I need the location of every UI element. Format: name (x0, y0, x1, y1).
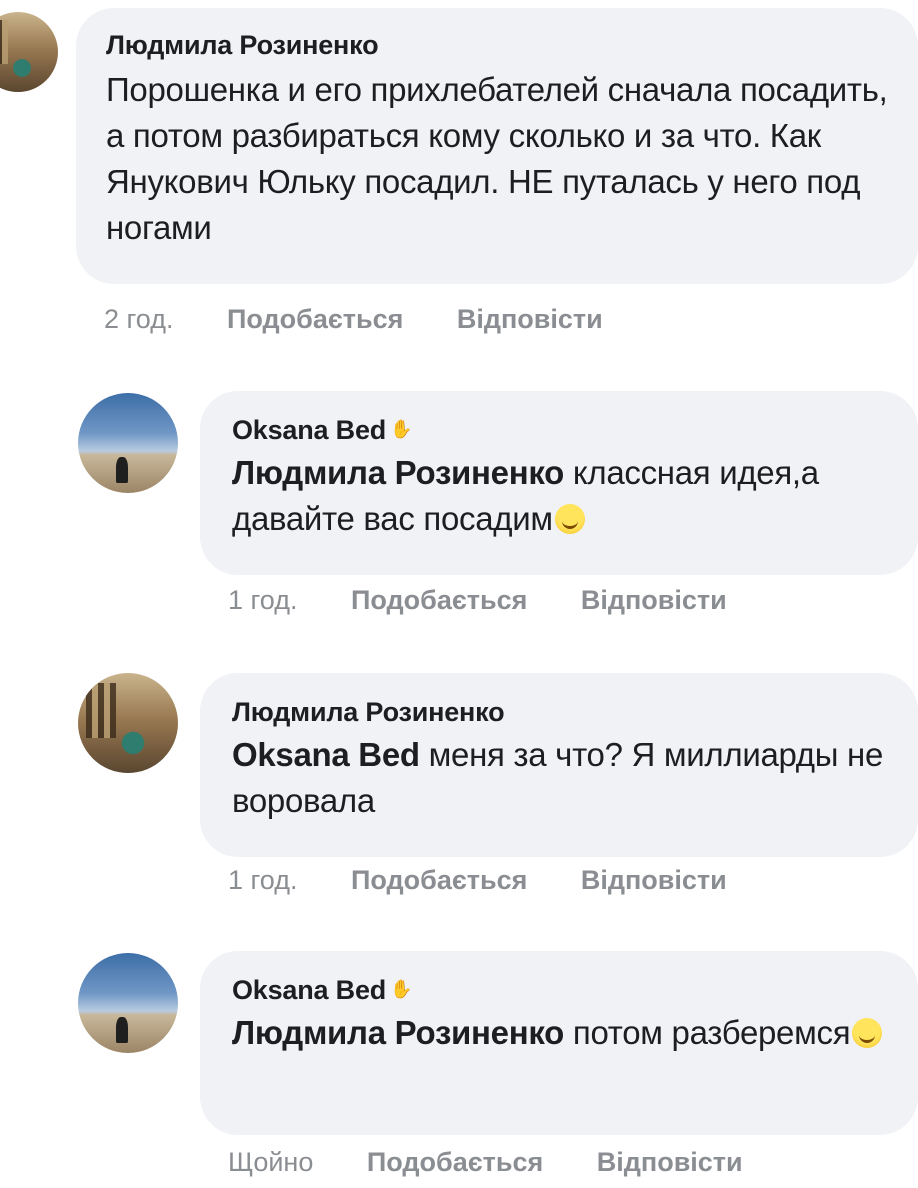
like-button[interactable]: Подобається (351, 865, 527, 895)
like-button[interactable]: Подобається (367, 1147, 543, 1177)
comment-bubble: Oksana Bed ✋ Людмила Розиненко потом разб… (200, 951, 918, 1135)
comment-actions: 1 год. Подобається Відповісти (228, 585, 773, 616)
grinning-face-emoji-icon (852, 1018, 883, 1048)
comment-text: Порошенка и его прихлебателей сначала по… (106, 71, 888, 246)
like-button[interactable]: Подобається (351, 585, 527, 615)
winking-face-emoji-icon (554, 504, 585, 534)
comment-text: Людмила Розиненко потом разберемся (232, 1010, 898, 1056)
avatar[interactable] (0, 12, 58, 92)
reply-button[interactable]: Відповісти (457, 304, 603, 334)
comment-author[interactable]: Oksana Bed ✋ (232, 415, 898, 446)
comment-3: Людмила Розиненко Oksana Bed меня за что… (0, 665, 918, 905)
mention-link[interactable]: Людмила Розиненко (232, 1014, 564, 1051)
comment-author[interactable]: Людмила Розиненко (232, 697, 898, 728)
comment-time[interactable]: 1 год. (228, 585, 297, 615)
comment-time[interactable]: Щойно (228, 1147, 313, 1177)
mention-link[interactable]: Oksana Bed (232, 736, 420, 773)
comment-time[interactable]: 1 год. (228, 865, 297, 895)
wave-icon: ✋ (390, 979, 413, 999)
reply-button[interactable]: Відповісти (597, 1147, 743, 1177)
mention-link[interactable]: Людмила Розиненко (232, 454, 564, 491)
comment-text: Людмила Розиненко классная идея,а давайт… (232, 454, 819, 537)
comment-2: Oksana Bed ✋ Людмила Розиненко классная и… (0, 385, 918, 625)
reply-button[interactable]: Відповісти (581, 865, 727, 895)
comment-bubble: Людмила Розиненко Oksana Bed меня за что… (200, 673, 918, 857)
avatar[interactable] (78, 953, 178, 1053)
comment-1: Людмила Розиненко Порошенка и его прихле… (0, 0, 918, 340)
wave-icon: ✋ (390, 419, 413, 439)
comment-time[interactable]: 2 год. (104, 304, 173, 334)
comment-author[interactable]: Людмила Розиненко (106, 30, 890, 61)
comment-actions: Щойно Подобається Відповісти (228, 1147, 789, 1178)
avatar[interactable] (78, 673, 178, 773)
comment-actions: 2 год. Подобається Відповісти (104, 304, 649, 335)
avatar[interactable] (78, 393, 178, 493)
comment-bubble: Oksana Bed ✋ Людмила Розиненко классная и… (200, 391, 918, 575)
like-button[interactable]: Подобається (227, 304, 403, 334)
reply-button[interactable]: Відповісти (581, 585, 727, 615)
comment-text: Oksana Bed меня за что? Я миллиарды не в… (232, 736, 884, 819)
comment-bubble: Людмила Розиненко Порошенка и его прихле… (76, 8, 918, 284)
comment-actions: 1 год. Подобається Відповісти (228, 865, 773, 896)
comment-4: Oksana Bed ✋ Людмила Розиненко потом разб… (0, 945, 918, 1188)
comment-author[interactable]: Oksana Bed ✋ (232, 975, 898, 1006)
